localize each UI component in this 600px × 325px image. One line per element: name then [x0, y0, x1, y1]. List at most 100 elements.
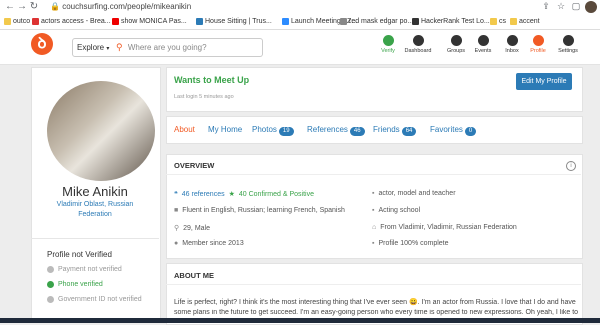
extension-icon[interactable]: ▢ — [570, 1, 582, 13]
tab-favorites[interactable]: Favorites 0 — [430, 125, 477, 136]
bookmark-item[interactable]: cs — [490, 16, 506, 27]
bookmark-label: HackerRank Test Lo... — [421, 18, 490, 25]
verification-title: Profile not Verified — [47, 250, 112, 259]
chevron-down-icon: ▾ — [106, 46, 110, 52]
meetup-status: Wants to Meet Up — [174, 75, 250, 85]
nav-settings[interactable]: Settings — [553, 34, 583, 60]
bookmark-favicon — [412, 18, 419, 25]
reload-icon[interactable]: ↻ — [28, 1, 40, 13]
bookmark-item[interactable]: accent — [510, 16, 540, 27]
nav-profile[interactable]: Profile — [523, 34, 553, 60]
education-icon: ▪ — [372, 207, 375, 214]
about-text-line1: Life is perfect, right? I think it's the… — [174, 299, 576, 306]
events-icon — [477, 35, 489, 46]
nav-label: Dashboard — [404, 48, 432, 54]
profile-icon: ▪ — [372, 240, 375, 247]
bookmark-favicon — [4, 18, 11, 25]
bookmark-item[interactable]: House Sitting | Trus... — [196, 16, 272, 27]
back-icon[interactable]: ← — [4, 1, 16, 13]
avatar — [47, 81, 155, 181]
nav-label: Profile — [530, 48, 546, 54]
groups-icon — [450, 35, 462, 46]
os-taskbar — [0, 318, 600, 323]
divider — [166, 174, 581, 175]
gender-icon: ⚲ — [174, 225, 180, 232]
references-link[interactable]: 46 references — [182, 191, 225, 198]
address-bar[interactable]: 🔒 couchsurfing.com/people/mikeanikin — [50, 1, 191, 13]
bookmark-label: actors access - Brea... — [41, 18, 111, 25]
languages-row: ■ Fluent in English, Russian; learning Fr… — [174, 207, 345, 214]
bookmark-label: show MONICA Pas... — [121, 18, 187, 25]
search-input[interactable]: ⚲ Where are you going? — [112, 38, 263, 57]
share-icon[interactable]: ⇪ — [540, 1, 552, 13]
tab-count-badge: 19 — [278, 127, 294, 136]
completion-row: ▪ Profile 100% complete — [372, 240, 449, 247]
bookmark-label: cs — [499, 18, 506, 25]
tab-photos[interactable]: Photos 19 — [252, 125, 294, 136]
occupation-row: ▪ actor, model and teacher — [372, 190, 456, 197]
tab-references[interactable]: References 46 — [307, 125, 365, 136]
verify-icon — [382, 35, 394, 46]
tab-count-badge: 46 — [349, 127, 365, 136]
forward-icon[interactable]: → — [16, 1, 28, 13]
tab-about[interactable]: About — [174, 125, 195, 134]
member-icon: ● — [174, 240, 179, 247]
references-row: ❝ 46 references ★ 40 Confirmed & Positiv… — [174, 190, 314, 199]
tab-label: About — [174, 125, 195, 134]
verification-item: Phone verified — [47, 281, 103, 288]
search-icon: ⚲ — [116, 42, 123, 52]
bookmark-favicon — [282, 18, 289, 25]
divider — [31, 238, 159, 239]
star-icon[interactable]: ☆ — [555, 1, 567, 13]
divider — [166, 284, 581, 285]
tab-label: Photos — [252, 125, 277, 134]
briefcase-icon: ▪ — [372, 190, 375, 197]
tab-label: My Home — [208, 125, 243, 134]
tab-label: References — [307, 125, 348, 134]
bookmark-item[interactable]: red mask edgar po... — [340, 16, 413, 27]
globe-icon — [412, 35, 424, 46]
tab-count-badge: 0 — [464, 127, 477, 136]
tab-count-badge: 64 — [401, 127, 417, 136]
profile-icon — [532, 35, 544, 46]
nav-label: Settings — [558, 48, 578, 54]
bookmark-item[interactable]: HackerRank Test Lo... — [412, 16, 490, 27]
bookmark-label: accent — [519, 18, 540, 25]
nav-verify[interactable]: Verify — [373, 34, 403, 60]
verification-icon — [47, 296, 54, 303]
verification-label: Government ID not verified — [58, 296, 142, 303]
nav-label: Groups — [446, 48, 466, 54]
about-title: ABOUT ME — [174, 271, 214, 280]
tab-my-home[interactable]: My Home — [208, 125, 242, 134]
tab-label: Friends — [373, 125, 400, 134]
profile-location[interactable]: Vladimir Oblast, Russian Federation — [45, 200, 145, 220]
hometown-row: ⌂ From Vladimir, Vladimir, Russian Federa… — [372, 224, 517, 231]
member-row: ● Member since 2013 — [174, 240, 244, 247]
nav-label: Verify — [381, 48, 395, 54]
gear-icon — [562, 35, 574, 46]
couchsurfing-logo[interactable]: ꝺ — [31, 33, 53, 55]
browser-avatar[interactable] — [585, 1, 597, 13]
bookmark-favicon — [490, 18, 497, 25]
speech-icon: ■ — [174, 207, 179, 214]
verification-icon — [47, 266, 54, 273]
bookmark-label: House Sitting | Trus... — [205, 18, 272, 25]
nav-label: Inbox — [505, 48, 519, 54]
nav-dashboard[interactable]: Dashboard — [403, 34, 433, 60]
bookmark-item[interactable]: show MONICA Pas... — [112, 16, 187, 27]
tab-label: Favorites — [430, 125, 463, 134]
verification-item: Payment not verified — [47, 266, 122, 273]
nav-groups[interactable]: Groups — [441, 34, 471, 60]
tab-friends[interactable]: Friends 64 — [373, 125, 417, 136]
nav-label: Events — [474, 48, 492, 54]
verification-item: Government ID not verified — [47, 296, 142, 303]
nav-events[interactable]: Events — [468, 34, 498, 60]
info-icon[interactable]: i — [566, 161, 576, 171]
profile-name: Mike Anikin — [62, 184, 128, 199]
bookmark-item[interactable]: outco — [4, 16, 30, 27]
last-login: Last login 5 minutes ago — [174, 94, 234, 100]
bookmark-item[interactable]: actors access - Brea... — [32, 16, 111, 27]
explore-dropdown[interactable]: Explore ▾ — [72, 38, 116, 57]
edit-profile-button[interactable]: Edit My Profile — [516, 73, 572, 90]
bookmark-favicon — [340, 18, 347, 25]
